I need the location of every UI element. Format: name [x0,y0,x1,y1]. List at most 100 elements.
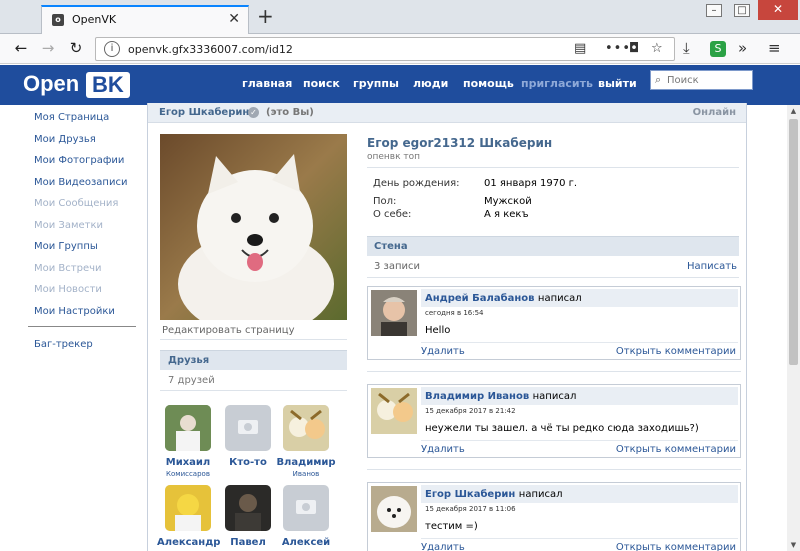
post-date[interactable]: 15 декабря 2017 в 11:06 [425,505,516,513]
browser-tab[interactable]: o OpenVK ✕ [41,5,249,34]
forward-icon[interactable]: → [38,38,58,58]
friend-name[interactable]: Александр [157,537,220,548]
extension-icon[interactable]: S [710,41,726,57]
minimize-button[interactable]: – [700,0,728,20]
profile-avatar[interactable] [160,134,347,320]
nav-groups[interactable]: группы [353,77,399,90]
close-window-button[interactable]: ✕ [758,0,798,20]
maximize-button[interactable]: □ [728,0,756,20]
wall-title[interactable]: Стена [374,241,408,252]
scroll-down-icon[interactable]: ▼ [787,539,800,551]
nav-people[interactable]: люди [413,77,448,90]
post-author-name[interactable]: Андрей Балабанов [425,293,534,304]
hamburger-menu-icon[interactable]: ≡ [768,39,781,57]
menu-my-news[interactable]: Мои Новости [34,284,102,295]
wall-post: Егор Шкаберин написал 15 декабря 2017 в … [367,482,741,551]
friend-item[interactable]: Кто-то [217,405,279,468]
url-bar[interactable]: i openvk.gfx3336007.com/id12 ▤ ••• ◘ ☆ [95,37,675,61]
post-text: неужели ты зашел. а чё ты редко сюда зах… [425,423,699,434]
nav-search[interactable]: поиск [303,77,340,90]
post-date[interactable]: 15 декабря 2017 в 21:42 [425,407,516,415]
wall-section-bar[interactable]: Стена [367,236,739,256]
friend-item[interactable]: Владимир Иванов [275,405,337,478]
site-search-placeholder: Поиск [667,75,699,86]
nav-home[interactable]: главная [242,77,292,90]
download-icon[interactable]: ⤓ [683,39,690,57]
overflow-menu-icon[interactable]: » [738,39,747,57]
post-delete-link[interactable]: Удалить [421,346,465,357]
post-author-name[interactable]: Егор Шкаберин [425,489,515,500]
friend-avatar[interactable] [165,405,211,451]
post-comments-link[interactable]: Открыть комментарии [616,346,736,357]
reader-view-icon[interactable]: ▤ [574,41,586,57]
site-search-input[interactable]: ⌕ Поиск [650,70,753,90]
friend-avatar[interactable] [283,485,329,531]
post-header: Егор Шкаберин написал [421,485,738,503]
friend-item[interactable]: Александр [157,485,220,548]
post-author-avatar[interactable] [371,290,417,336]
back-icon[interactable]: ← [11,38,31,58]
page-actions-icon[interactable]: ••• [605,41,631,57]
post-delete-link[interactable]: Удалить [421,542,465,551]
site-info-icon[interactable]: i [104,41,120,57]
verified-icon: ✓ [248,107,259,118]
nav-invite[interactable]: пригласить [521,77,593,90]
post-author[interactable]: Владимир Иванов написал [425,391,576,402]
logo-badge[interactable]: BK [86,72,130,98]
nav-help[interactable]: помощь [463,77,514,90]
post-author[interactable]: Егор Шкаберин написал [425,489,563,500]
close-tab-icon[interactable]: ✕ [228,11,240,27]
friends-section-bar[interactable]: Друзья [160,350,347,370]
menu-my-photos[interactable]: Мои Фотографии [34,155,124,166]
friend-avatar[interactable] [225,485,271,531]
scroll-up-icon[interactable]: ▲ [787,105,800,117]
post-comments-link[interactable]: Открыть комментарии [616,444,736,455]
profile-full-name: Егор egor21312 Шкаберин [367,136,553,150]
menu-my-friends[interactable]: Мои Друзья [34,134,96,145]
wall-write-link[interactable]: Написать [687,261,737,272]
post-author-avatar[interactable] [371,486,417,532]
friend-item[interactable]: Михаил Комиссаров [157,405,219,478]
post-footer: Удалить Открыть комментарии [421,342,738,358]
profile-bar-name[interactable]: Егор Шкаберин [159,107,249,118]
friend-item[interactable]: Алексей [275,485,337,548]
post-author[interactable]: Андрей Балабанов написал [425,293,582,304]
menu-bugtracker[interactable]: Баг-трекер [34,339,93,350]
friend-item[interactable]: Павел [217,485,279,548]
pocket-icon[interactable]: ◘ [629,41,639,57]
menu-my-notes[interactable]: Мои Заметки [34,220,103,231]
logo-text[interactable]: Open [23,71,79,97]
post-date[interactable]: сегодня в 16:54 [425,309,484,317]
friend-avatar[interactable] [225,405,271,451]
friend-name[interactable]: Владимир [275,457,337,468]
menu-my-events[interactable]: Мои Встречи [34,263,102,274]
nav-logout[interactable]: выйти [598,77,637,90]
wall-count: 3 записи [374,261,421,272]
menu-my-videos[interactable]: Мои Видеозаписи [34,177,127,188]
menu-my-messages[interactable]: Мои Сообщения [34,198,118,209]
menu-my-page[interactable]: Моя Страница [34,112,109,123]
post-author-avatar[interactable] [371,388,417,434]
friend-avatar[interactable] [283,405,329,451]
profile-status[interactable]: опенвк топ [367,152,420,162]
new-tab-icon[interactable]: + [257,6,274,26]
reload-icon[interactable]: ↻ [66,38,86,58]
scrollbar-thumb[interactable] [789,119,798,365]
friend-name[interactable]: Кто-то [217,457,279,468]
edit-page-link[interactable]: Редактировать страницу [162,325,295,336]
post-comments-link[interactable]: Открыть комментарии [616,542,736,551]
friends-title[interactable]: Друзья [168,355,209,366]
url-text[interactable]: openvk.gfx3336007.com/id12 [128,43,293,56]
friend-name[interactable]: Павел [217,537,279,548]
menu-my-groups[interactable]: Мои Группы [34,241,98,252]
friend-name[interactable]: Михаил [157,457,219,468]
friend-surname[interactable]: Комиссаров [157,470,219,478]
friend-avatar[interactable] [165,485,211,531]
friend-surname[interactable]: Иванов [275,470,337,478]
page-scrollbar[interactable]: ▲ ▼ [787,105,800,551]
friend-name[interactable]: Алексей [275,537,337,548]
post-delete-link[interactable]: Удалить [421,444,465,455]
bookmark-star-icon[interactable]: ☆ [651,41,663,57]
menu-my-settings[interactable]: Мои Настройки [34,306,115,317]
post-author-name[interactable]: Владимир Иванов [425,391,529,402]
